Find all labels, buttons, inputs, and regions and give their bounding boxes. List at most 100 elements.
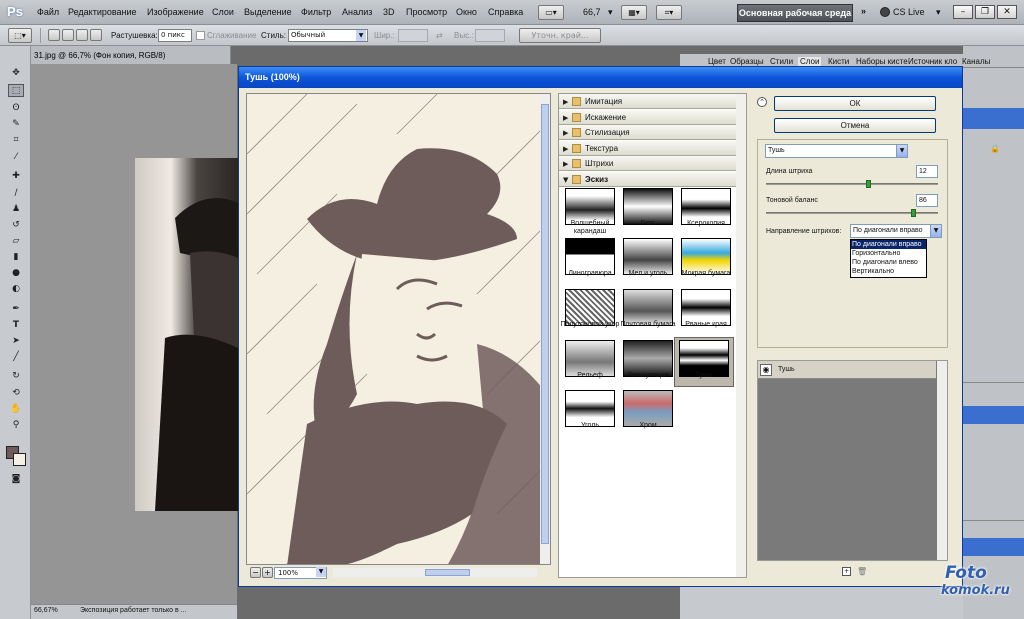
- quick-mask-icon[interactable]: ◙: [8, 473, 24, 486]
- stroke-direction-select[interactable]: По диагонали вправо: [850, 224, 942, 238]
- layers-scrollbar[interactable]: [937, 361, 947, 560]
- menu-window[interactable]: Окно: [456, 7, 477, 17]
- tab-brush-presets[interactable]: Наборы кисте: [856, 57, 908, 66]
- cs-live-button[interactable]: CS Live: [893, 7, 925, 17]
- stroke-length-slider[interactable]: [766, 183, 938, 185]
- category-stylize[interactable]: Стилизация: [559, 125, 736, 140]
- intersect-selection-icon[interactable]: [90, 29, 102, 41]
- more-workspaces-icon[interactable]: »: [861, 6, 866, 16]
- category-texture[interactable]: Текстура: [559, 141, 736, 156]
- 3d-rotate-icon[interactable]: ↻: [8, 370, 24, 383]
- selected-panel-row[interactable]: [963, 538, 1024, 556]
- add-selection-icon[interactable]: [62, 29, 74, 41]
- marquee-tool-icon[interactable]: ⬚: [8, 84, 24, 97]
- menu-layers[interactable]: Слои: [212, 7, 234, 17]
- menu-3d[interactable]: 3D: [383, 7, 395, 17]
- selected-history-row[interactable]: [963, 406, 1024, 424]
- path-select-icon[interactable]: ➤: [8, 335, 24, 348]
- category-distort[interactable]: Искажение: [559, 110, 736, 125]
- width-input[interactable]: [398, 29, 428, 42]
- background-color-swatch[interactable]: [13, 453, 26, 466]
- status-zoom[interactable]: 66,67%: [34, 607, 58, 614]
- subtract-selection-icon[interactable]: [76, 29, 88, 41]
- history-brush-icon[interactable]: ↺: [8, 219, 24, 232]
- eraser-tool-icon[interactable]: ▱: [8, 235, 24, 248]
- stroke-length-input[interactable]: 12: [916, 165, 938, 178]
- preview-horizontal-thumb[interactable]: [425, 569, 470, 576]
- tab-layers[interactable]: Слои: [798, 57, 822, 66]
- menu-image[interactable]: Изображение: [147, 7, 204, 17]
- direction-option[interactable]: Вертикально: [851, 267, 926, 276]
- tab-brushes[interactable]: Кисти: [828, 57, 849, 66]
- minimize-button[interactable]: –: [953, 5, 973, 19]
- refine-edge-button[interactable]: Уточн. край...: [519, 28, 601, 43]
- quick-select-tool-icon[interactable]: ✎: [8, 118, 24, 131]
- tab-channels[interactable]: Каналы: [962, 57, 990, 66]
- preview-scroll-thumb[interactable]: [541, 104, 549, 544]
- eyedropper-tool-icon[interactable]: ⁄: [8, 151, 24, 164]
- tab-swatches[interactable]: Образцы: [730, 57, 764, 66]
- new-effect-layer-icon[interactable]: +: [842, 567, 851, 576]
- stroke-length-knob[interactable]: [866, 180, 872, 188]
- zoom-tool-icon[interactable]: ⚲: [8, 419, 24, 432]
- menu-edit[interactable]: Редактирование: [68, 7, 137, 17]
- menu-view[interactable]: Просмотр: [406, 7, 447, 17]
- zoom-readout[interactable]: 66,7: [583, 7, 601, 17]
- direction-option[interactable]: Горизонтально: [851, 249, 926, 258]
- style-select[interactable]: Обычный ▼: [288, 29, 368, 42]
- antialias-checkbox[interactable]: [196, 31, 205, 40]
- tab-styles[interactable]: Стили: [770, 57, 793, 66]
- menu-filter[interactable]: Фильтр: [301, 7, 331, 17]
- category-artistic[interactable]: Имитация: [559, 94, 736, 109]
- menu-help[interactable]: Справка: [488, 7, 523, 17]
- line-tool-icon[interactable]: ╱: [8, 351, 24, 364]
- category-sketch[interactable]: Эскиз: [559, 172, 736, 187]
- ok-button[interactable]: ОК: [774, 96, 936, 111]
- zoom-out-button[interactable]: −: [250, 567, 261, 578]
- menu-file[interactable]: Файл: [37, 7, 59, 17]
- 3d-orbit-icon[interactable]: ⟲: [8, 387, 24, 400]
- swap-icon[interactable]: ⇄: [436, 31, 443, 40]
- status-text[interactable]: Экспозиция работает только в ...: [80, 607, 187, 614]
- hand-tool-icon[interactable]: ✋: [8, 403, 24, 416]
- pen-tool-icon[interactable]: ✒: [8, 303, 24, 316]
- filter-select[interactable]: Тушь: [765, 144, 908, 158]
- move-tool-icon[interactable]: ✥: [8, 67, 24, 80]
- direction-option[interactable]: По диагонали влево: [851, 258, 926, 267]
- selected-layer-row[interactable]: [963, 108, 1024, 129]
- feather-input[interactable]: 0 пикс: [158, 29, 192, 42]
- healing-brush-icon[interactable]: ✚: [8, 170, 24, 183]
- gallery-scrollbar[interactable]: [736, 94, 746, 577]
- cancel-button[interactable]: Отмена: [774, 118, 936, 133]
- close-button[interactable]: ✕: [997, 5, 1017, 19]
- marquee-preset-icon[interactable]: ⬚▾: [8, 28, 32, 43]
- brush-tool-icon[interactable]: ∕: [8, 187, 24, 200]
- tonal-balance-knob[interactable]: [910, 209, 916, 217]
- screen-mode-icon[interactable]: ▭▾: [538, 5, 564, 20]
- category-brush-strokes[interactable]: Штрихи: [559, 156, 736, 171]
- collapse-gallery-icon[interactable]: ⌃: [757, 97, 767, 107]
- zoom-in-button[interactable]: +: [262, 567, 273, 578]
- lasso-tool-icon[interactable]: ʘ: [8, 102, 24, 115]
- arrange-icon[interactable]: ▦▾: [621, 5, 647, 20]
- menu-analysis[interactable]: Анализ: [342, 7, 372, 17]
- gradient-tool-icon[interactable]: ▮: [8, 251, 24, 264]
- height-input[interactable]: [475, 29, 505, 42]
- blur-tool-icon[interactable]: ●: [8, 267, 24, 280]
- type-tool-icon[interactable]: T: [8, 319, 24, 332]
- restore-button[interactable]: ❐: [975, 5, 995, 19]
- menu-select[interactable]: Выделение: [244, 7, 292, 17]
- direction-option[interactable]: По диагонали вправо: [851, 240, 926, 249]
- trash-icon[interactable]: 🗑: [857, 567, 867, 576]
- filter-preview[interactable]: [246, 93, 551, 565]
- tab-color[interactable]: Цвет: [708, 57, 726, 66]
- extras-icon[interactable]: ⌗▾: [656, 5, 682, 20]
- workspace-button[interactable]: Основная рабочая среда: [737, 4, 853, 22]
- new-selection-icon[interactable]: [48, 29, 60, 41]
- tab-clone-source[interactable]: Источник кло: [908, 57, 957, 66]
- clone-stamp-icon[interactable]: ♟: [8, 203, 24, 216]
- tonal-balance-input[interactable]: 86: [916, 194, 938, 207]
- dodge-tool-icon[interactable]: ◐: [8, 283, 24, 296]
- crop-tool-icon[interactable]: ⌗: [8, 134, 24, 147]
- eye-icon[interactable]: ◉: [760, 364, 772, 376]
